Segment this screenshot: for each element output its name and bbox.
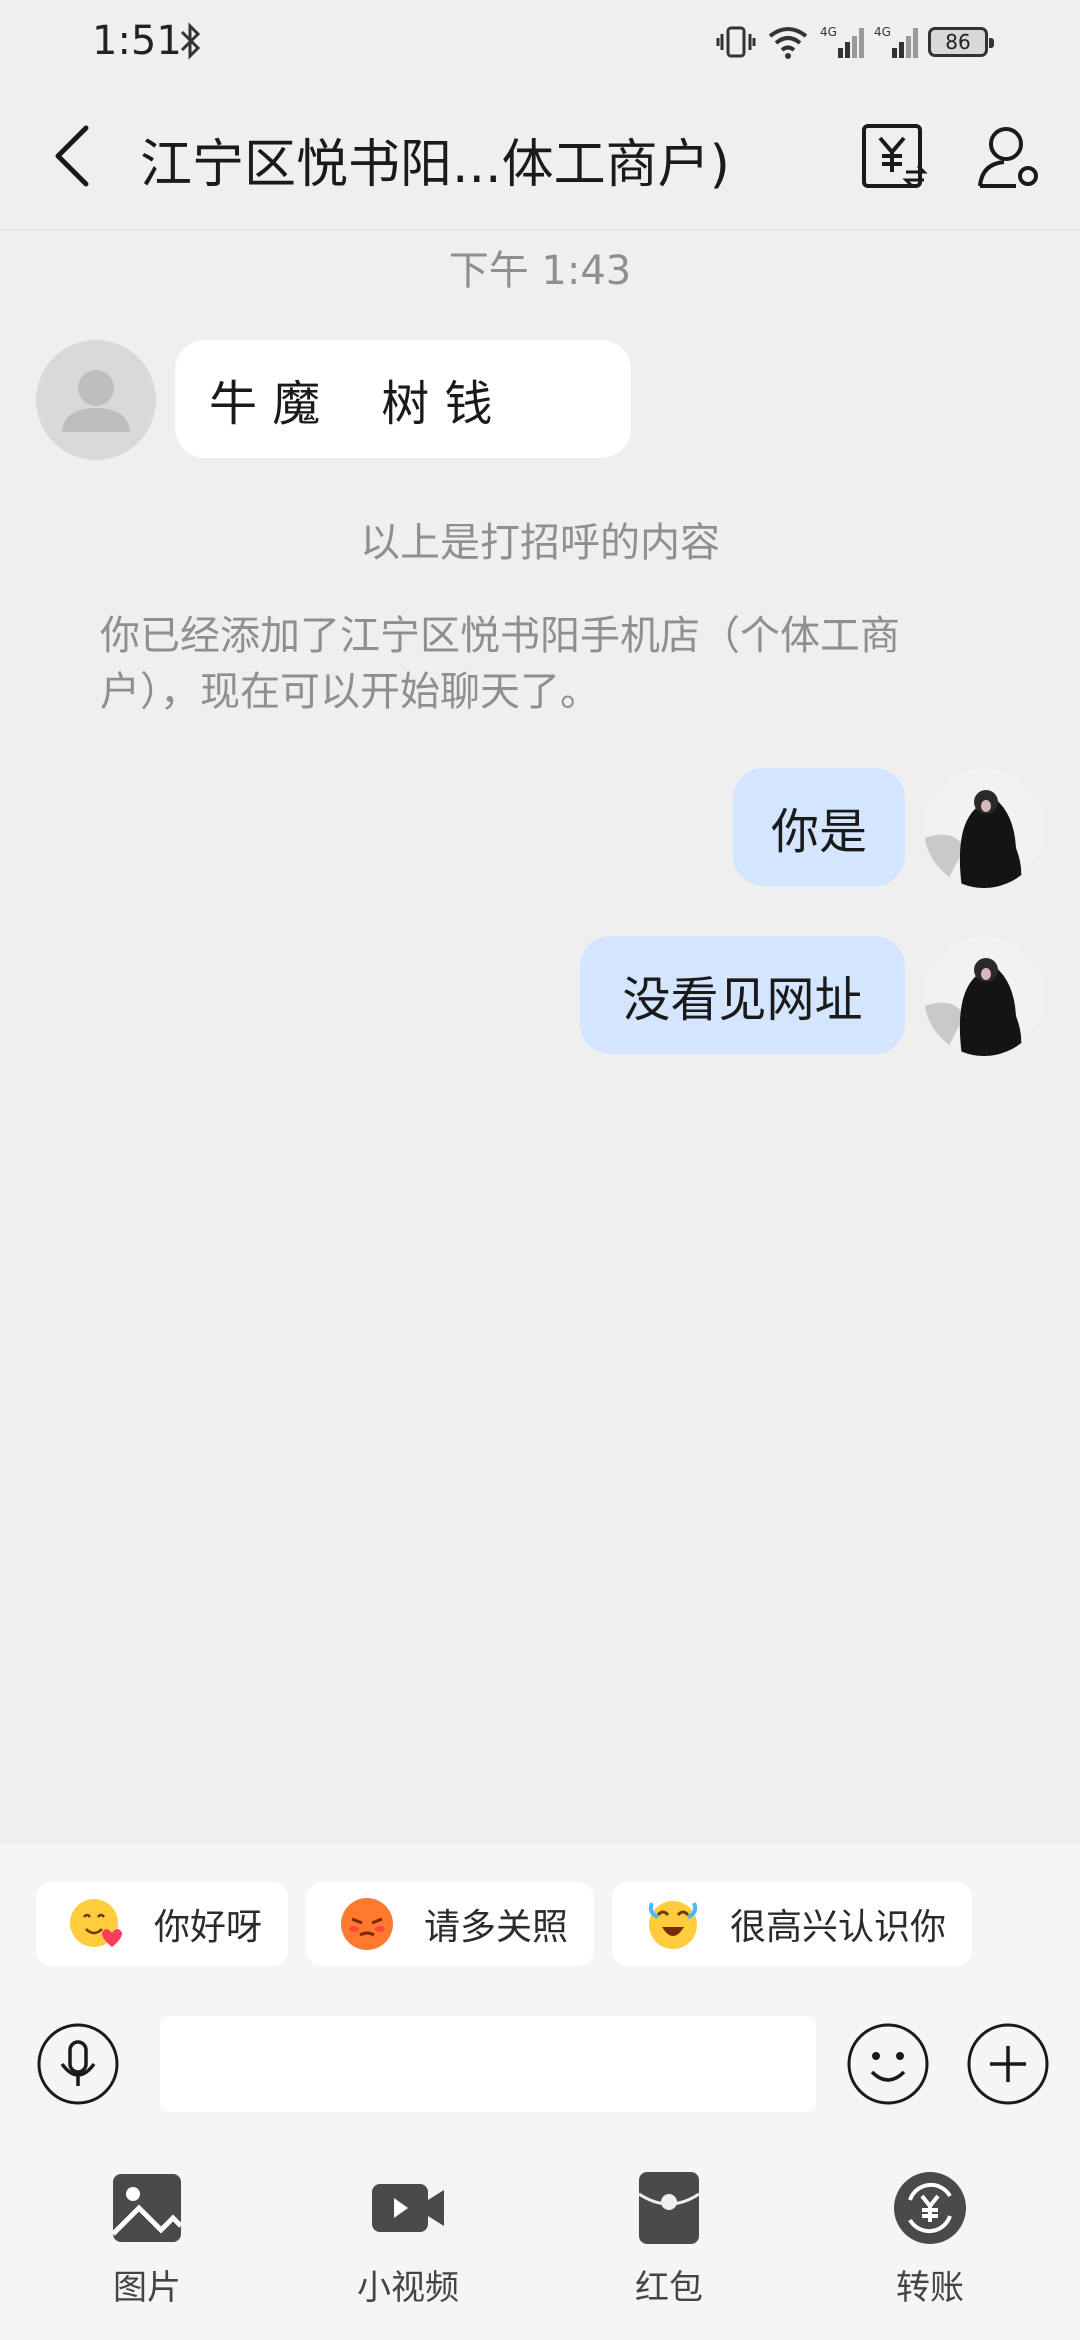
toolbar-label: 小视频: [357, 2268, 459, 2308]
quick-reply-label: 请多关照: [424, 1907, 569, 1948]
transfer-icon: [894, 2172, 966, 2244]
wifi-icon: [768, 27, 808, 59]
message-timestamp: 下午 1:43: [448, 248, 632, 294]
image-icon: [111, 2174, 183, 2242]
my-avatar[interactable]: [924, 768, 1044, 888]
shy-emoji-icon: [341, 1898, 393, 1950]
svg-text:4G: 4G: [820, 25, 837, 39]
toolbar-item-image[interactable]: 图片: [57, 2170, 237, 2309]
quick-reply-label: 很高兴认识你: [730, 1907, 947, 1948]
profile-button[interactable]: [972, 120, 1044, 192]
status-bar: 1:51 4G 4G 86: [0, 0, 1080, 84]
vibrate-icon: [716, 26, 756, 58]
greeting-system-note: 以上是打招呼的内容: [360, 520, 720, 566]
quick-reply-chip[interactable]: 很高兴认识你: [612, 1882, 972, 1966]
toolbar-item-video[interactable]: 小视频: [318, 2170, 498, 2309]
chat-header: 江宁区悦书阳...体工商户): [0, 84, 1080, 230]
battery-indicator: 86: [928, 27, 994, 57]
toolbar-item-red-packet[interactable]: 红包: [579, 2170, 759, 2309]
user-photo-icon: [924, 768, 1044, 888]
signal-icon: 4G: [820, 25, 864, 58]
status-icons: 4G 4G 86: [716, 22, 994, 62]
toolbar-label: 转账: [896, 2268, 964, 2308]
red-packet-icon: [638, 2172, 700, 2244]
smile-heart-emoji-icon: [70, 1899, 122, 1947]
attachment-toolbar: 图片 小视频 红包 转账: [0, 2140, 1080, 2340]
incoming-message-bubble[interactable]: 牛 魔 树 钱: [175, 340, 631, 458]
battery-level: 86: [945, 30, 971, 54]
chat-title: 江宁区悦书阳...体工商户): [140, 135, 730, 195]
quick-reply-label: 你好呀: [154, 1907, 263, 1948]
quick-reply-chip[interactable]: 你好呀: [36, 1882, 288, 1966]
input-bar: [0, 1974, 1080, 2140]
voice-input-button[interactable]: [36, 2022, 120, 2106]
default-avatar-icon: [62, 370, 130, 432]
transfer-quick-button[interactable]: [858, 120, 930, 192]
back-button[interactable]: [40, 116, 110, 196]
user-photo-icon: [924, 936, 1044, 1056]
quick-reply-chip[interactable]: 请多关照: [306, 1882, 594, 1966]
signal-icon-2: 4G: [874, 25, 918, 58]
video-icon: [372, 2184, 444, 2232]
outgoing-message-bubble[interactable]: 你是: [733, 768, 905, 886]
outgoing-message-bubble[interactable]: 没看见网址: [580, 936, 905, 1054]
more-actions-button[interactable]: [966, 2022, 1050, 2106]
contact-avatar[interactable]: [36, 340, 156, 460]
emoji-button[interactable]: [846, 2022, 930, 2106]
added-system-note: 你已经添加了江宁区悦书阳手机店（个体工商户），现在可以开始聊天了。: [100, 613, 900, 715]
status-time: 1:51: [92, 18, 182, 64]
my-avatar[interactable]: [924, 936, 1044, 1056]
toolbar-item-transfer[interactable]: 转账: [840, 2170, 1020, 2309]
message-input[interactable]: [160, 2016, 816, 2112]
happy-tears-emoji-icon: [648, 1901, 698, 1949]
toolbar-label: 红包: [635, 2268, 703, 2308]
svg-text:4G: 4G: [874, 25, 891, 39]
quick-reply-row: 你好呀 请多关照 很高兴认识你: [0, 1844, 1080, 1974]
bluetooth-icon: [180, 22, 201, 60]
toolbar-label: 图片: [113, 2268, 181, 2308]
